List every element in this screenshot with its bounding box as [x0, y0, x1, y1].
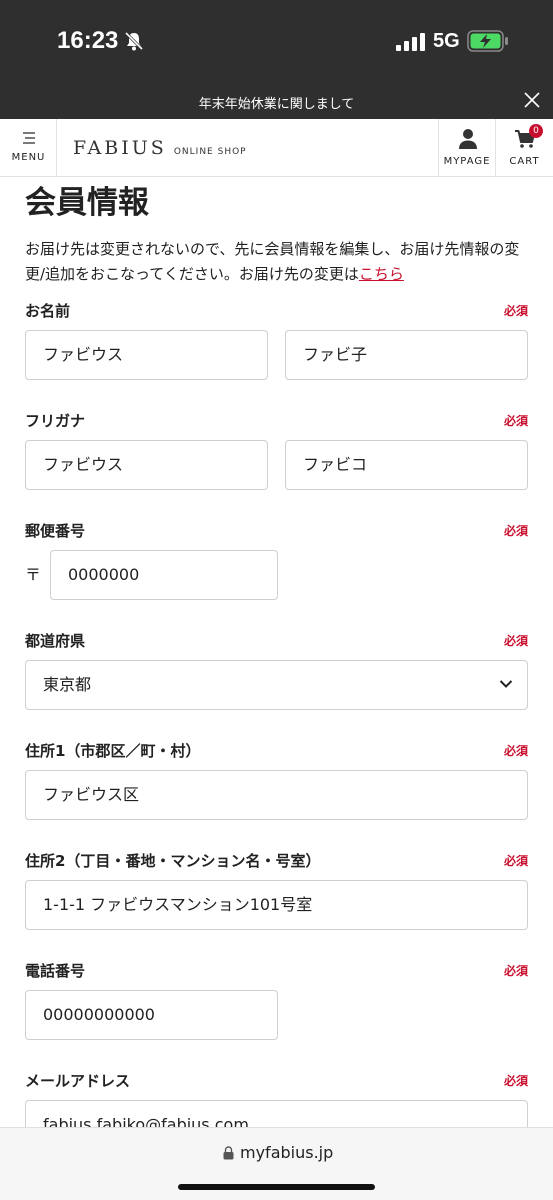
address2-input[interactable]: 1-1-1 ファビウスマンション101号室	[25, 880, 528, 930]
change-address-link[interactable]: こちら	[359, 265, 404, 283]
last-name-kana-input[interactable]: ファビウス	[25, 440, 268, 490]
notice-banner[interactable]: 年末年始休業に関しまして	[0, 82, 553, 119]
phone-input[interactable]: 00000000000	[25, 990, 278, 1040]
close-icon[interactable]	[523, 91, 541, 109]
intro-text: お届け先は変更されないので、先に会員情報を編集し、お届け先情報の変更/追加をおこ…	[25, 237, 535, 287]
required-badge: 必須	[503, 634, 528, 648]
member-info-page: 会員情報 お届け先は変更されないので、先に会員情報を編集し、お届け先情報の変更/…	[0, 177, 553, 1127]
kana-field-group: フリガナ 必須 ファビウス ファビコ	[25, 410, 528, 491]
postal-mark: 〒	[25, 565, 42, 584]
logo-main: FABIUS	[73, 137, 167, 159]
cart-label: CART	[509, 156, 540, 167]
status-bar: 16:23 5G	[0, 0, 553, 82]
site-header: MENU FABIUS ONLINE SHOP MYPAGE 0 CART	[0, 119, 553, 177]
field-label: 住所1（市郡区／町・村）	[25, 742, 201, 760]
required-badge: 必須	[503, 414, 528, 428]
address1-field-group: 住所1（市郡区／町・村） 必須 ファビウス区	[25, 740, 528, 821]
first-name-kana-input[interactable]: ファビコ	[285, 440, 528, 490]
menu-button[interactable]: MENU	[0, 119, 57, 177]
battery-charging-icon	[467, 30, 508, 52]
postal-code-input[interactable]: 0000000	[50, 550, 278, 600]
required-badge: 必須	[503, 1074, 528, 1088]
last-name-input[interactable]: ファビウス	[25, 330, 268, 380]
required-badge: 必須	[503, 964, 528, 978]
email-input[interactable]: fabius.fabiko@fabius.com	[25, 1100, 528, 1127]
required-badge: 必須	[503, 304, 528, 318]
required-badge: 必須	[503, 744, 528, 758]
phone-field-group: 電話番号 必須 00000000000	[25, 960, 528, 1041]
cart-button[interactable]: 0 CART	[495, 119, 553, 177]
lock-icon	[223, 1146, 234, 1160]
menu-label: MENU	[11, 152, 46, 163]
site-logo[interactable]: FABIUS ONLINE SHOP	[73, 137, 247, 159]
mypage-button[interactable]: MYPAGE	[438, 119, 495, 177]
intro-body: お届け先は変更されないので、先に会員情報を編集し、お届け先情報の変更/追加をおこ…	[25, 240, 520, 283]
email-field-group: メールアドレス 必須 fabius.fabiko@fabius.com	[25, 1070, 528, 1127]
logo-sub: ONLINE SHOP	[173, 147, 247, 157]
cart-count-badge: 0	[529, 124, 543, 138]
field-label: お名前	[25, 302, 71, 320]
required-badge: 必須	[503, 854, 528, 868]
page-title: 会員情報	[25, 185, 149, 221]
home-indicator[interactable]	[178, 1184, 375, 1190]
prefecture-selected-value: 東京都	[43, 675, 92, 694]
address2-field-group: 住所2（丁目・番地・マンション名・号室） 必須 1-1-1 ファビウスマンション…	[25, 850, 528, 931]
network-type: 5G	[433, 30, 460, 52]
url-text[interactable]: myfabius.jp	[240, 1143, 333, 1162]
prefecture-field-group: 都道府県 必須 東京都	[25, 630, 528, 711]
field-label: 都道府県	[25, 632, 86, 650]
required-badge: 必須	[503, 524, 528, 538]
field-label: 郵便番号	[25, 522, 86, 540]
field-label: フリガナ	[25, 412, 86, 430]
address1-input[interactable]: ファビウス区	[25, 770, 528, 820]
field-label: メールアドレス	[25, 1072, 131, 1090]
field-label: 住所2（丁目・番地・マンション名・号室）	[25, 852, 321, 870]
field-label: 電話番号	[25, 962, 86, 980]
status-time: 16:23	[57, 27, 119, 54]
first-name-input[interactable]: ファビ子	[285, 330, 528, 380]
browser-url-bar[interactable]: myfabius.jp	[0, 1127, 553, 1200]
chevron-down-icon	[499, 680, 513, 688]
user-icon	[459, 129, 477, 149]
prefecture-select[interactable]: 東京都	[25, 660, 528, 710]
mute-bell-icon	[124, 31, 144, 51]
name-field-group: お名前 必須 ファビウス ファビ子	[25, 300, 528, 381]
hamburger-icon	[23, 132, 35, 144]
cell-signal-icon	[396, 33, 425, 51]
postal-field-group: 郵便番号 必須 〒 0000000	[25, 520, 528, 601]
notice-text[interactable]: 年末年始休業に関しまして	[0, 93, 553, 112]
mypage-label: MYPAGE	[443, 156, 491, 167]
